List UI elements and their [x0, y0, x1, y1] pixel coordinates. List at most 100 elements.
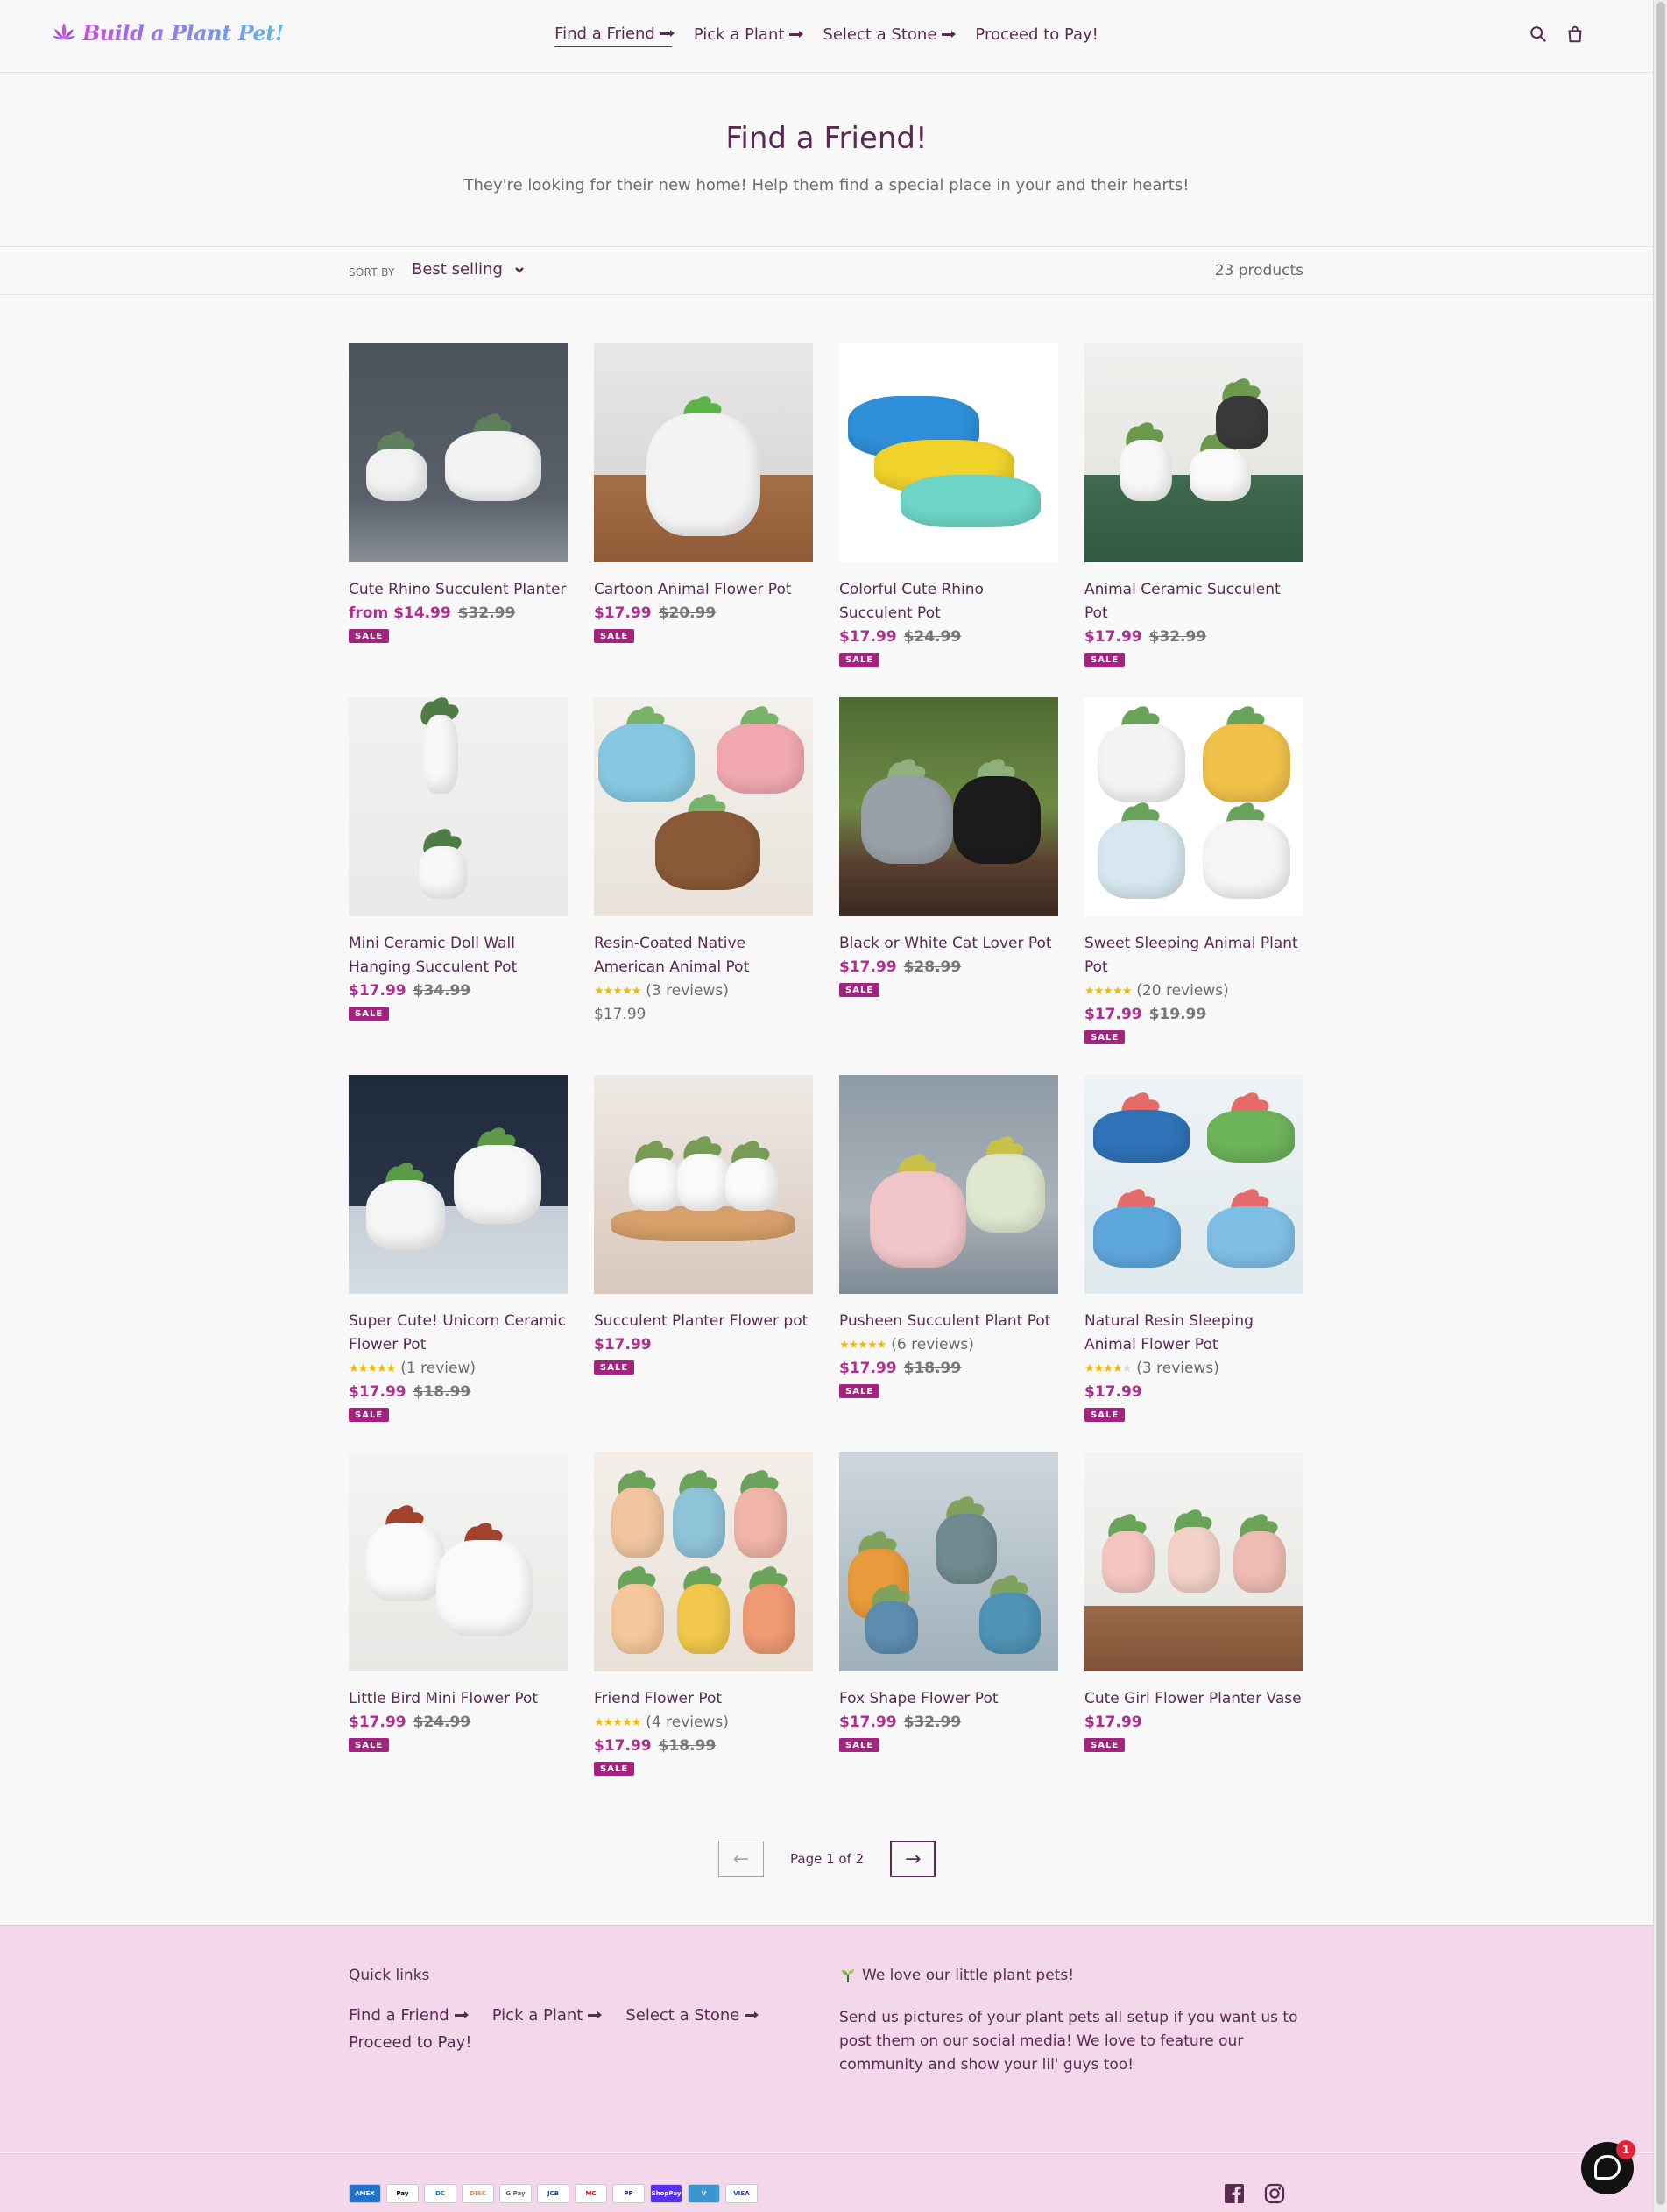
- product-image[interactable]: [349, 343, 568, 562]
- product-price: $17.99: [594, 1333, 813, 1357]
- product-price: $17.99 $20.99: [594, 602, 813, 625]
- quick-links-title: Quick links: [349, 1967, 430, 1984]
- scrollbar[interactable]: [1653, 0, 1667, 2212]
- regular-price: $24.99: [413, 1714, 471, 1731]
- product-card[interactable]: Animal Ceramic Succulent Pot $17.99 $32.99…: [1084, 343, 1303, 667]
- regular-price: $32.99: [457, 604, 516, 622]
- arrow-right-icon: [789, 30, 804, 38]
- prev-page-button[interactable]: ←: [718, 1841, 764, 1877]
- product-title[interactable]: Black or White Cat Lover Pot: [839, 932, 1058, 956]
- product-photo: [349, 1452, 568, 1671]
- product-title[interactable]: Sweet Sleeping Animal Plant Pot: [1084, 932, 1303, 979]
- sale-price: $17.99: [594, 1006, 646, 1023]
- product-card[interactable]: Black or White Cat Lover Pot $17.99 $28.99…: [839, 697, 1058, 1044]
- product-title[interactable]: Natural Resin Sleeping Animal Flower Pot: [1084, 1310, 1303, 1357]
- next-page-button[interactable]: →: [890, 1841, 936, 1877]
- regular-price: $19.99: [1148, 1006, 1207, 1023]
- product-image[interactable]: [594, 1452, 813, 1671]
- product-image[interactable]: [349, 697, 568, 916]
- review-count: (4 reviews): [646, 1714, 729, 1731]
- product-card[interactable]: Succulent Planter Flower pot $17.99 SALE: [594, 1075, 813, 1422]
- product-image[interactable]: [349, 1075, 568, 1294]
- product-card[interactable]: Colorful Cute Rhino Succulent Pot $17.99 $…: [839, 343, 1058, 667]
- product-image[interactable]: [1084, 343, 1303, 562]
- nav-item-find-a-friend[interactable]: Find a Friend: [554, 25, 675, 47]
- product-title[interactable]: Resin-Coated Native American Animal Pot: [594, 932, 813, 979]
- sale-price: $17.99: [839, 628, 897, 646]
- product-card[interactable]: Sweet Sleeping Animal Plant Pot ★★★★★ (20 …: [1084, 697, 1303, 1044]
- cart-icon[interactable]: [1565, 25, 1585, 44]
- product-title[interactable]: Fox Shape Flower Pot: [839, 1687, 1058, 1711]
- star-rating-icon: ★★★★★: [349, 1362, 396, 1375]
- product-title[interactable]: Friend Flower Pot: [594, 1687, 813, 1711]
- page: Build a Plant Pet! Find a Friend Pick a P…: [0, 0, 1653, 2212]
- sort-select[interactable]: Best selling: [412, 260, 526, 279]
- page-title: Find a Friend!: [725, 121, 928, 156]
- product-card[interactable]: Cartoon Animal Flower Pot $17.99 $20.99 SAL…: [594, 343, 813, 667]
- nav-item-label: Find a Friend: [554, 25, 655, 43]
- sale-price: $17.99: [594, 1336, 652, 1353]
- pagination: ← Page 1 of 2 →: [718, 1841, 936, 1877]
- product-card[interactable]: Cute Rhino Succulent Planter from $14.99 $…: [349, 343, 568, 667]
- chat-widget-button[interactable]: 1: [1581, 2140, 1635, 2194]
- product-image[interactable]: [1084, 1452, 1303, 1671]
- product-image[interactable]: [839, 1452, 1058, 1671]
- payment-icon: VISA: [725, 2184, 758, 2203]
- product-image[interactable]: [349, 1452, 568, 1671]
- product-photo: [594, 343, 813, 562]
- product-title[interactable]: Mini Ceramic Doll Wall Hanging Succulent…: [349, 932, 568, 979]
- product-image[interactable]: [839, 343, 1058, 562]
- product-title[interactable]: Animal Ceramic Succulent Pot: [1084, 578, 1303, 625]
- sale-price: $17.99: [349, 1714, 406, 1731]
- product-image[interactable]: [594, 343, 813, 562]
- product-photo: [1084, 1075, 1303, 1294]
- product-card[interactable]: Pusheen Succulent Plant Pot ★★★★★ (6 revie…: [839, 1075, 1058, 1422]
- product-title[interactable]: Pusheen Succulent Plant Pot: [839, 1310, 1058, 1333]
- product-image[interactable]: [839, 697, 1058, 916]
- product-image[interactable]: [594, 1075, 813, 1294]
- facebook-icon[interactable]: [1224, 2183, 1245, 2204]
- product-card[interactable]: Super Cute! Unicorn Ceramic Flower Pot ★★…: [349, 1075, 568, 1422]
- footer-link-label: Pick a Plant: [491, 2006, 583, 2025]
- regular-price: $28.99: [903, 958, 962, 976]
- product-card[interactable]: Mini Ceramic Doll Wall Hanging Succulent…: [349, 697, 568, 1044]
- footer-link-find-a-friend[interactable]: Find a Friend: [349, 2006, 469, 2025]
- product-price: $17.99 $24.99: [839, 625, 1058, 649]
- product-card[interactable]: Fox Shape Flower Pot $17.99 $32.99 SALE: [839, 1452, 1058, 1776]
- arrow-right-icon: [588, 2011, 603, 2018]
- product-image[interactable]: [594, 697, 813, 916]
- product-title[interactable]: Colorful Cute Rhino Succulent Pot: [839, 578, 1058, 625]
- nav-item-pick-a-plant[interactable]: Pick a Plant: [694, 25, 804, 47]
- instagram-icon[interactable]: [1264, 2183, 1285, 2204]
- product-price: $17.99 $32.99: [1084, 625, 1303, 649]
- product-card[interactable]: Little Bird Mini Flower Pot $17.99 $24.99 S…: [349, 1452, 568, 1776]
- search-icon[interactable]: [1529, 25, 1548, 44]
- footer-link-proceed-to-pay[interactable]: Proceed to Pay!: [349, 2033, 471, 2052]
- product-card[interactable]: Friend Flower Pot ★★★★★ (4 reviews) $17.99 $…: [594, 1452, 813, 1776]
- product-title[interactable]: Succulent Planter Flower pot: [594, 1310, 813, 1333]
- sale-badge: SALE: [839, 983, 880, 997]
- product-title[interactable]: Little Bird Mini Flower Pot: [349, 1687, 568, 1711]
- product-card[interactable]: Natural Resin Sleeping Animal Flower Pot…: [1084, 1075, 1303, 1422]
- product-title[interactable]: Cartoon Animal Flower Pot: [594, 578, 813, 602]
- product-price: $17.99 $24.99: [349, 1711, 568, 1735]
- nav-item-select-a-stone[interactable]: Select a Stone: [823, 25, 957, 47]
- site-header: Build a Plant Pet! Find a Friend Pick a P…: [0, 0, 1653, 73]
- product-image[interactable]: [839, 1075, 1058, 1294]
- product-card[interactable]: Resin-Coated Native American Animal Pot ★…: [594, 697, 813, 1044]
- product-title[interactable]: Super Cute! Unicorn Ceramic Flower Pot: [349, 1310, 568, 1357]
- product-image[interactable]: [1084, 697, 1303, 916]
- product-price: $17.99: [1084, 1711, 1303, 1735]
- product-price: $17.99: [594, 1003, 813, 1027]
- page-indicator: Page 1 of 2: [790, 1851, 865, 1867]
- nav-item-proceed-to-pay[interactable]: Proceed to Pay!: [975, 25, 1098, 47]
- product-title[interactable]: Cute Rhino Succulent Planter: [349, 578, 568, 602]
- product-title[interactable]: Cute Girl Flower Planter Vase: [1084, 1687, 1303, 1711]
- arrow-right-icon: [660, 30, 675, 37]
- sale-price: $17.99: [839, 1360, 897, 1377]
- product-card[interactable]: Cute Girl Flower Planter Vase $17.99 SALE: [1084, 1452, 1303, 1776]
- scrollbar-thumb[interactable]: [1656, 2, 1665, 2205]
- footer-link-select-a-stone[interactable]: Select a Stone: [625, 2006, 759, 2025]
- footer-link-pick-a-plant[interactable]: Pick a Plant: [491, 2006, 603, 2025]
- product-image[interactable]: [1084, 1075, 1303, 1294]
